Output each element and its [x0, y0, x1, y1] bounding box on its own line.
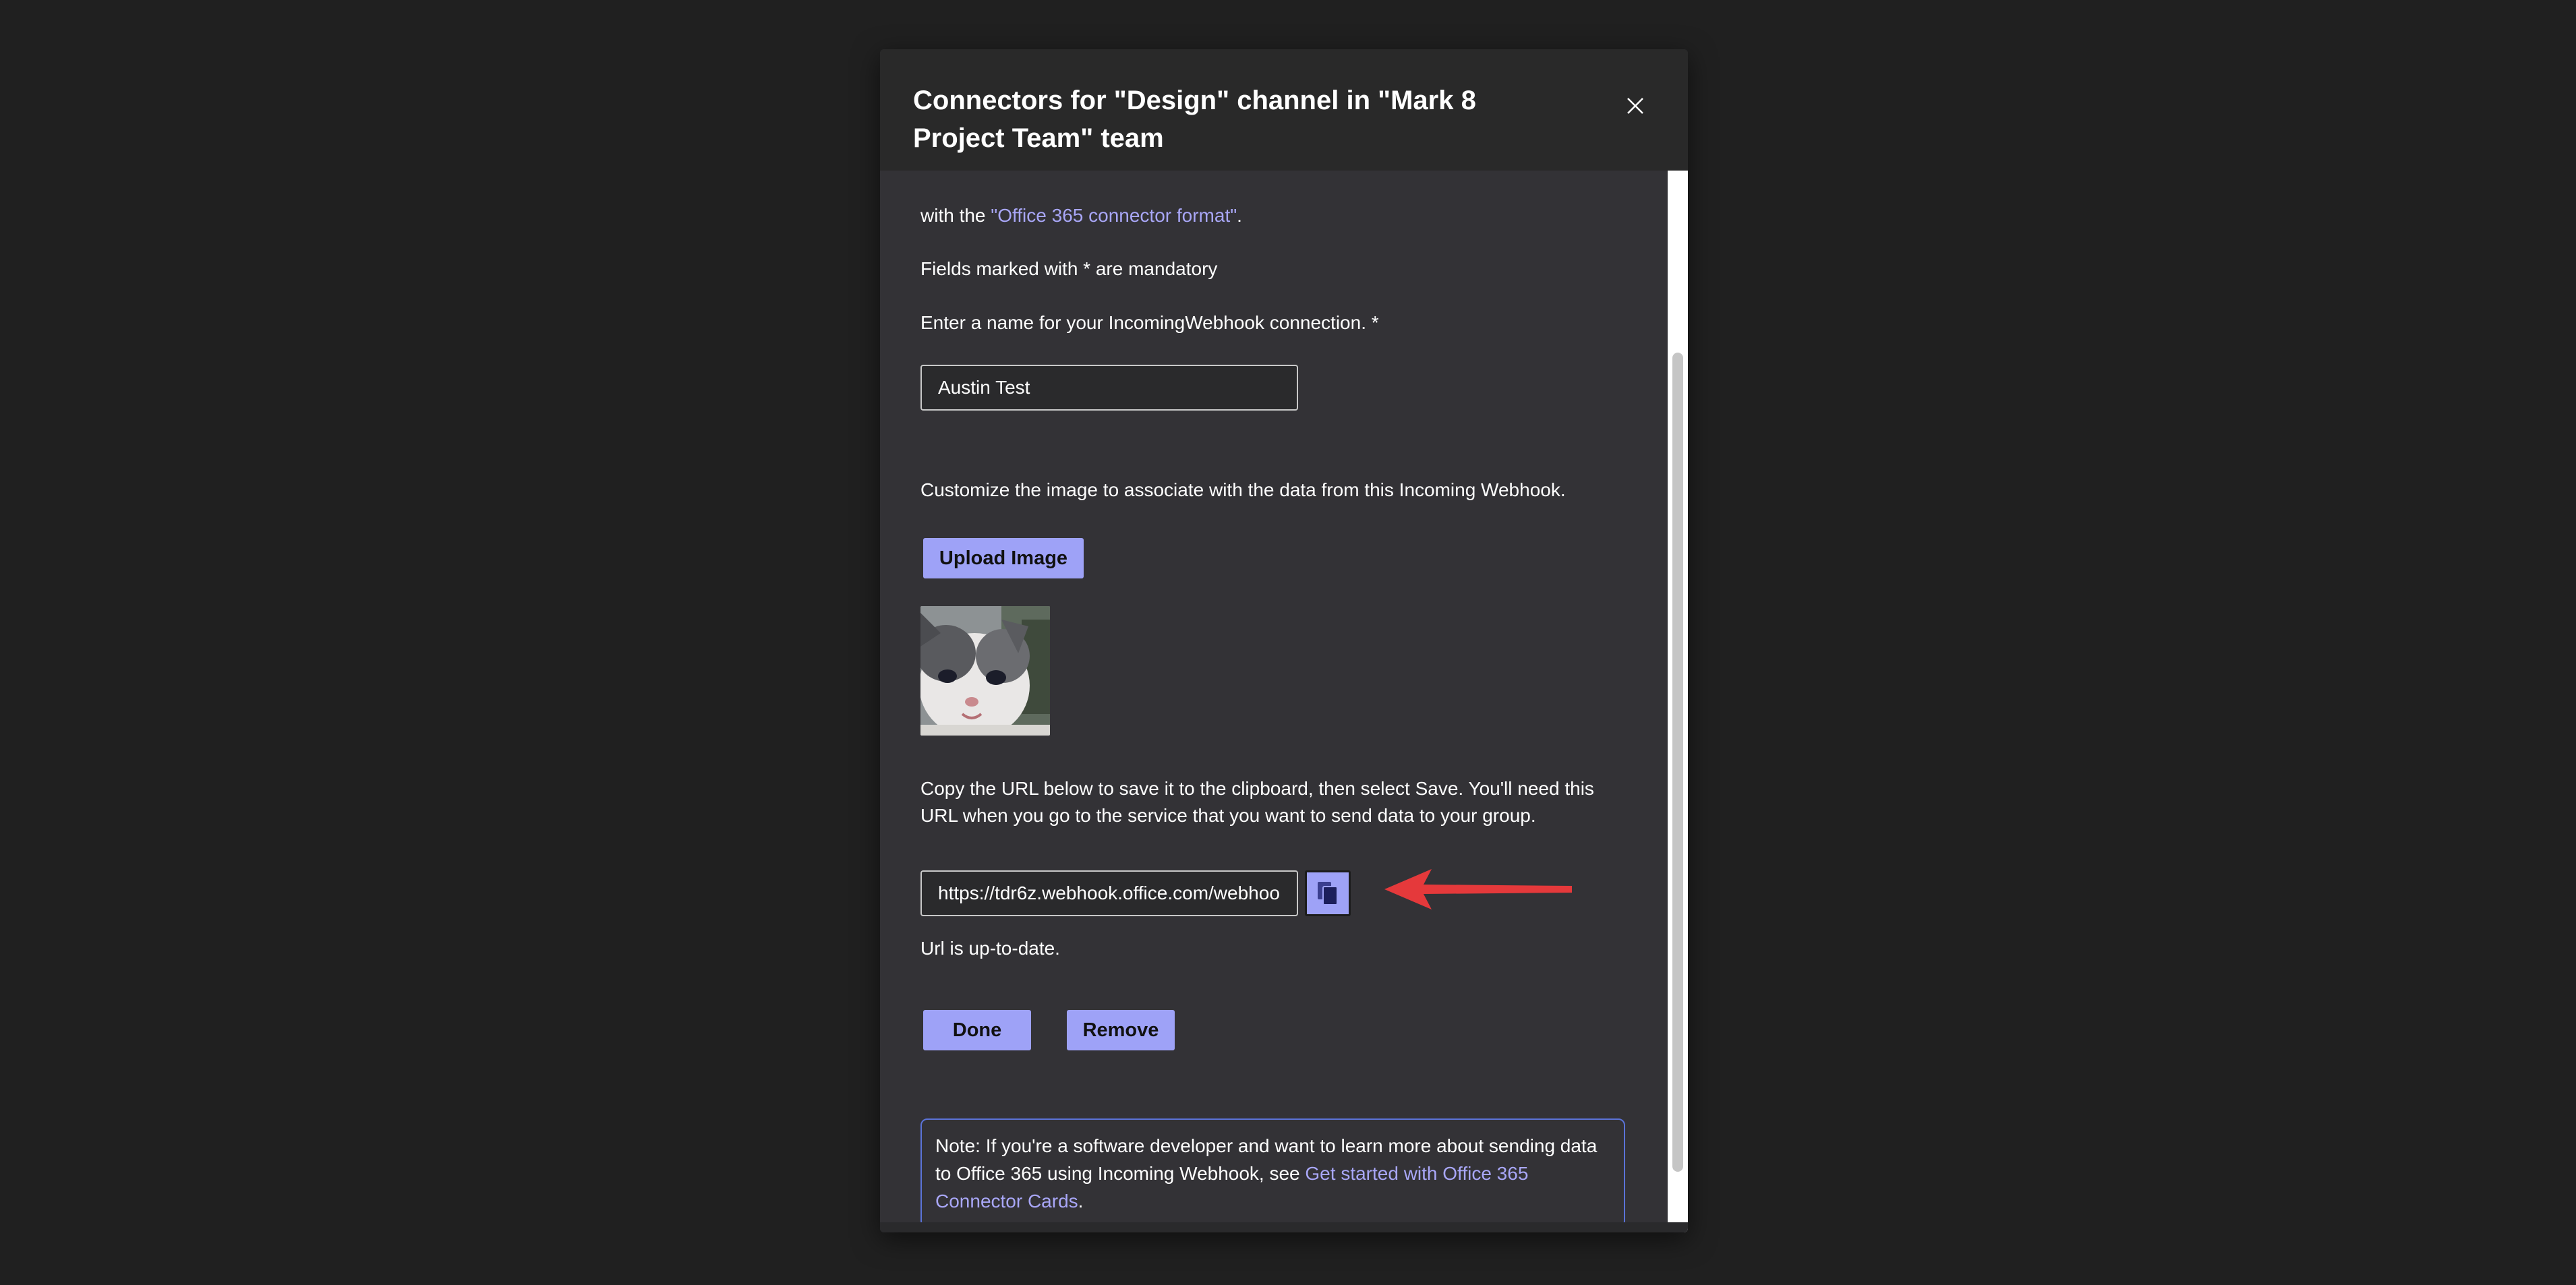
intro-suffix: . [1237, 205, 1242, 226]
connector-format-link[interactable]: "Office 365 connector format" [991, 205, 1237, 226]
connection-name-input[interactable] [920, 365, 1298, 411]
image-label: Customize the image to associate with th… [920, 479, 1566, 500]
close-button[interactable] [1615, 86, 1656, 126]
intro-text: with the "Office 365 connector format". [920, 202, 1242, 229]
webhook-url-input[interactable] [920, 870, 1298, 916]
done-button[interactable]: Done [923, 1010, 1031, 1050]
url-label-line1: Copy the URL below to save it to the cli… [920, 778, 1594, 799]
note-suffix: . [1078, 1191, 1084, 1212]
red-arrow-annotation [1384, 869, 1572, 909]
name-label: Enter a name for your IncomingWebhook co… [920, 312, 1379, 333]
dialog-body: with the "Office 365 connector format". … [880, 171, 1668, 1232]
close-icon [1627, 98, 1643, 114]
developer-note: Note: If you're a software developer and… [920, 1118, 1625, 1228]
dialog-title: Connectors for "Design" channel in "Mark… [913, 86, 1476, 153]
copy-icon [1318, 882, 1338, 905]
url-status: Url is up-to-date. [920, 938, 1060, 959]
kitten-image [920, 606, 1050, 736]
intro-prefix: with the [920, 205, 991, 226]
remove-button[interactable]: Remove [1067, 1010, 1175, 1050]
dialog-footer [880, 1222, 1688, 1232]
url-label-line2: URL when you go to the service that you … [920, 805, 1536, 826]
copy-url-button[interactable] [1305, 870, 1351, 916]
dialog-header: Connectors for "Design" channel in "Mark… [880, 49, 1688, 171]
webhook-image-thumbnail [920, 606, 1050, 736]
scrollbar-thumb[interactable] [1672, 353, 1683, 1172]
connectors-dialog: with the "Office 365 connector format". … [880, 49, 1688, 1232]
scrollbar[interactable] [1668, 171, 1688, 1232]
upload-image-button[interactable]: Upload Image [923, 538, 1084, 578]
mandatory-note: Fields marked with * are mandatory [920, 258, 1218, 279]
